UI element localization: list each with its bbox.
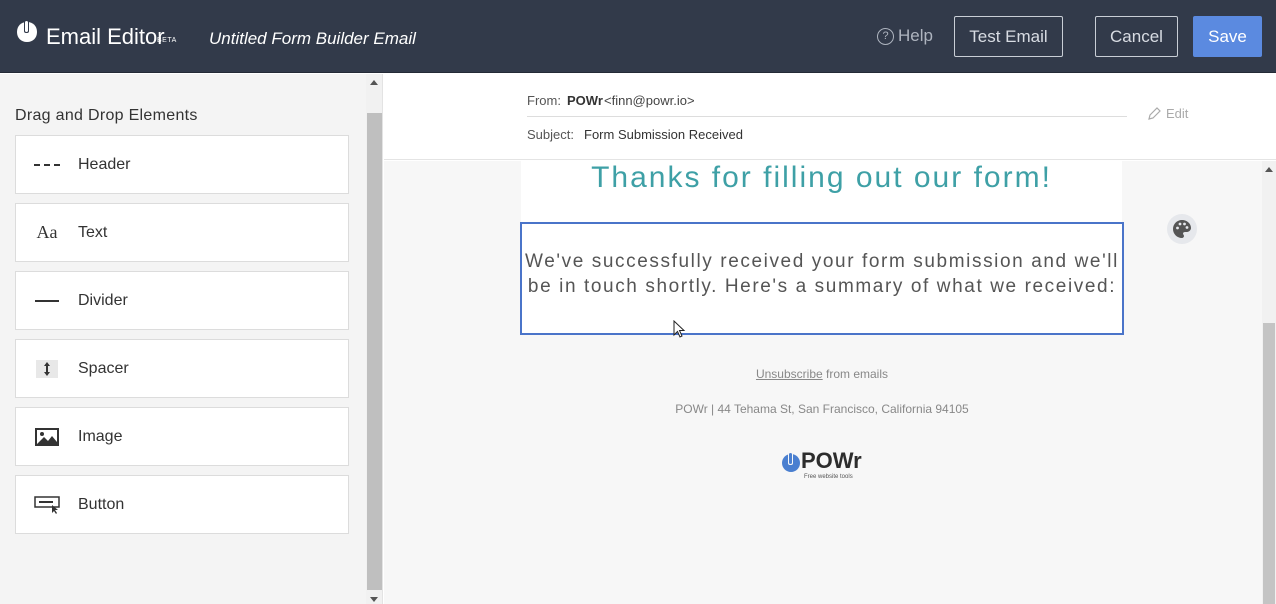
subject-label: Subject: [527, 127, 574, 142]
header-divider [527, 116, 1127, 117]
main-scroll-up-arrow-icon[interactable] [1265, 167, 1273, 172]
edit-header-link[interactable]: Edit [1148, 106, 1188, 121]
elements-sidebar: Drag and Drop Elements Header Aa Text Di… [0, 74, 366, 604]
top-bar: Email Editor BETA Untitled Form Builder … [0, 0, 1276, 73]
help-circle-icon: ? [877, 27, 894, 45]
main-scrollbar-thumb[interactable] [1263, 323, 1275, 604]
unsubscribe-link[interactable]: Unsubscribe [756, 367, 823, 381]
element-label: Divider [78, 291, 128, 309]
from-name: POWr [567, 93, 603, 108]
unsubscribe-line: Unsubscribe from emails [384, 367, 1260, 381]
logo-word: POWr [801, 448, 862, 473]
divider-line-icon [16, 299, 78, 303]
powr-logo-icon [17, 20, 37, 42]
scroll-down-arrow-icon[interactable] [370, 597, 378, 602]
app-title: Email Editor [46, 24, 165, 49]
palette-icon[interactable] [1167, 214, 1197, 244]
element-header[interactable]: Header [15, 135, 349, 194]
element-text[interactable]: Aa Text [15, 203, 349, 262]
subject-value: Form Submission Received [584, 127, 743, 142]
beta-badge: BETA [157, 37, 177, 44]
element-label: Header [78, 155, 131, 173]
sidebar-scrollbar-thumb[interactable] [367, 113, 382, 590]
from-label: From: [527, 93, 561, 108]
element-button[interactable]: Button [15, 475, 349, 534]
pencil-icon [1148, 107, 1161, 120]
element-label: Text [78, 223, 108, 241]
spacer-arrows-icon [16, 359, 78, 378]
element-spacer[interactable]: Spacer [15, 339, 349, 398]
document-title[interactable]: Untitled Form Builder Email [209, 29, 416, 49]
element-label: Button [78, 495, 125, 513]
help-link[interactable]: ? Help [877, 26, 933, 46]
unsubscribe-text: from emails [822, 367, 889, 381]
email-meta-header: From: POWr <finn@powr.io> Subject: Form … [384, 74, 1276, 160]
footer-powr-logo: POWr Free website tools [781, 448, 862, 480]
header-dashes-icon [16, 162, 78, 168]
mouse-cursor-icon [673, 320, 686, 338]
edit-label: Edit [1166, 106, 1189, 121]
body-line-2: be in touch shortly. Here's a summary of… [527, 276, 1117, 297]
image-icon [16, 427, 78, 446]
from-email: <finn@powr.io> [604, 93, 695, 108]
cancel-button[interactable]: Cancel [1095, 16, 1178, 57]
body-line-1: We've successfully received your form su… [525, 251, 1119, 272]
button-icon [16, 495, 78, 514]
selected-text-block[interactable]: We've successfully received your form su… [520, 222, 1124, 335]
help-label: Help [898, 26, 933, 45]
logo-tagline: Free website tools [804, 474, 853, 480]
element-label: Image [78, 427, 123, 445]
sidebar-title: Drag and Drop Elements [15, 107, 198, 124]
element-label: Spacer [78, 359, 129, 377]
element-divider[interactable]: Divider [15, 271, 349, 330]
email-heading[interactable]: Thanks for filling out our form! [521, 161, 1122, 195]
company-address: POWr | 44 Tehama St, San Francisco, Cali… [675, 402, 969, 416]
test-email-button[interactable]: Test Email [954, 16, 1063, 57]
powr-logo-icon [782, 452, 800, 472]
email-canvas: Thanks for filling out our form! We've s… [384, 161, 1262, 604]
text-aa-icon: Aa [36, 222, 58, 242]
save-button[interactable]: Save [1193, 16, 1262, 57]
scroll-up-arrow-icon[interactable] [370, 80, 378, 85]
element-image[interactable]: Image [15, 407, 349, 466]
